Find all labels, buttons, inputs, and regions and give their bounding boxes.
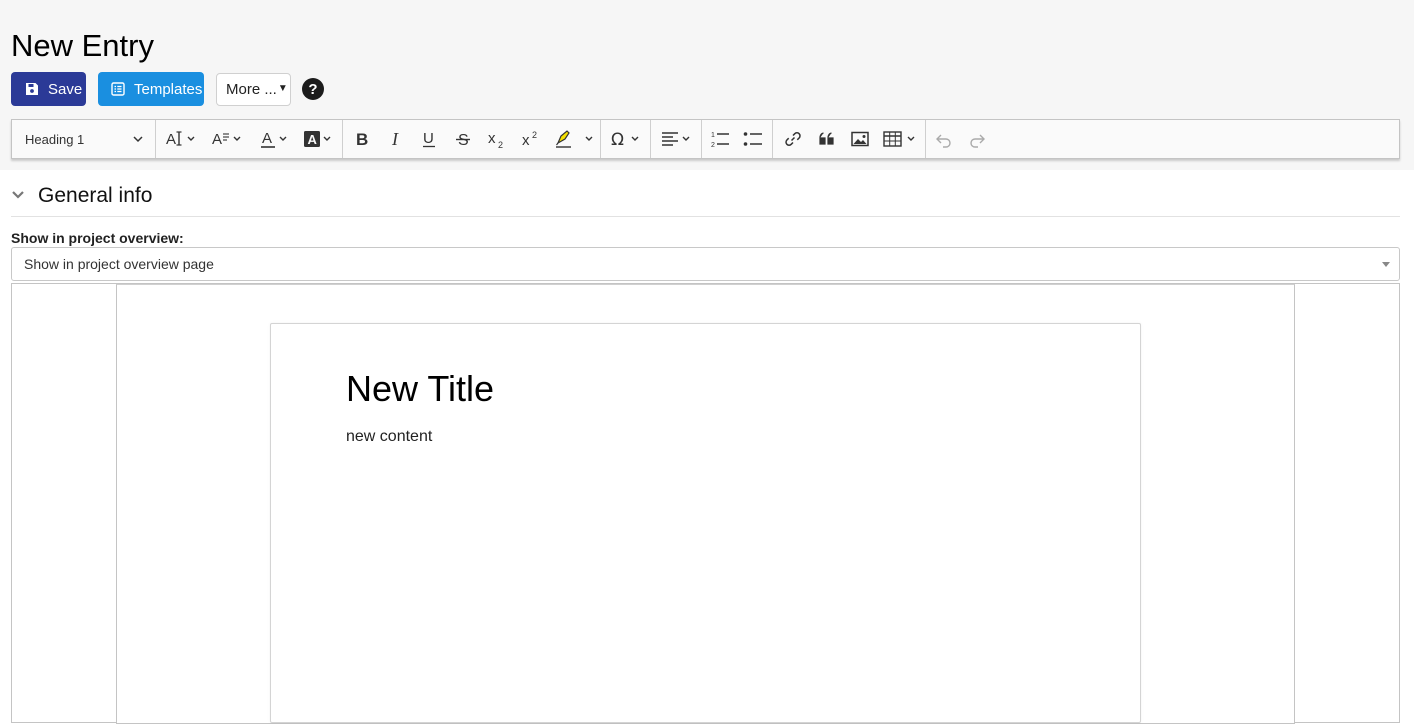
- font-size-button[interactable]: A: [162, 120, 202, 158]
- svg-text:2: 2: [711, 142, 715, 149]
- font-family-button[interactable]: A: [208, 120, 248, 158]
- underline-icon: U: [423, 130, 435, 148]
- chevron-down-icon: [12, 191, 24, 199]
- font-color-button[interactable]: A: [252, 120, 292, 158]
- svg-text:1: 1: [711, 132, 715, 139]
- save-button-label: Save: [48, 80, 83, 98]
- svg-text:x: x: [522, 132, 530, 149]
- bold-button[interactable]: B: [348, 120, 376, 158]
- special-characters-icon: Ω: [611, 130, 639, 149]
- numbered-list-button[interactable]: 12: [706, 120, 734, 158]
- caret-down-icon: ▼: [277, 83, 288, 94]
- svg-text:S: S: [458, 132, 469, 149]
- svg-text:Ω: Ω: [611, 130, 624, 149]
- more-dropdown-button[interactable]: More ... ▼: [216, 73, 291, 106]
- blockquote-icon: [819, 132, 834, 145]
- toolbar-separator: [925, 120, 926, 158]
- align-button[interactable]: [657, 120, 697, 158]
- bulleted-list-icon: [743, 132, 762, 146]
- svg-text:2: 2: [532, 130, 537, 140]
- blockquote-button[interactable]: [813, 120, 841, 158]
- show-in-overview-select[interactable]: Show in project overview page: [11, 247, 1400, 281]
- font-family-icon: A: [212, 131, 241, 148]
- templates-button[interactable]: Templates: [98, 72, 204, 106]
- font-size-icon: A: [166, 131, 195, 148]
- svg-text:A: A: [308, 132, 318, 147]
- superscript-button[interactable]: x2: [517, 120, 545, 158]
- numbered-list-icon: 12: [711, 132, 729, 149]
- toolbar-separator: [600, 120, 601, 158]
- save-button[interactable]: Save: [11, 72, 86, 106]
- toolbar-separator: [650, 120, 651, 158]
- show-in-overview-label: Show in project overview:: [11, 230, 184, 246]
- toolbar-separator: [342, 120, 343, 158]
- page-title: New Entry: [11, 28, 154, 63]
- svg-text:A: A: [212, 131, 222, 148]
- caret-down-icon: [1382, 262, 1390, 267]
- editor-toolbar: Heading 1 A A A A B I U S x2 x2 Ω 1 2: [11, 119, 1400, 159]
- show-in-overview-value: Show in project overview page: [24, 256, 214, 272]
- help-icon[interactable]: ?: [302, 78, 324, 100]
- svg-text:B: B: [356, 130, 368, 149]
- toolbar-separator: [155, 120, 156, 158]
- font-background-color-button[interactable]: A: [296, 120, 336, 158]
- undo-icon: [936, 134, 951, 148]
- toolbar-separator: [701, 120, 702, 158]
- superscript-icon: x2: [522, 130, 537, 149]
- undo-button[interactable]: [930, 120, 958, 158]
- heading-select[interactable]: Heading 1: [12, 120, 155, 158]
- svg-text:A: A: [262, 130, 272, 147]
- subscript-icon: x2: [488, 130, 503, 149]
- font-background-color-icon: A: [304, 131, 331, 147]
- italic-button[interactable]: I: [382, 120, 410, 158]
- font-color-icon: A: [261, 130, 287, 148]
- more-button-label: More ...: [226, 81, 277, 98]
- general-info-section-header[interactable]: General info: [11, 182, 1400, 217]
- redo-button[interactable]: [963, 120, 991, 158]
- bold-icon: B: [356, 130, 368, 149]
- subscript-button[interactable]: x2: [483, 120, 511, 158]
- chevron-down-icon: [133, 135, 143, 142]
- highlight-icon: [556, 130, 593, 148]
- strikethrough-button[interactable]: S: [449, 120, 477, 158]
- strikethrough-icon: S: [456, 132, 470, 149]
- document-heading[interactable]: New Title: [346, 368, 494, 410]
- floppy-disk-icon: [24, 81, 40, 97]
- templates-button-label: Templates: [134, 80, 203, 98]
- svg-text:U: U: [423, 130, 434, 147]
- svg-text:2: 2: [498, 140, 503, 149]
- template-list-icon: [110, 81, 126, 97]
- table-button[interactable]: [880, 120, 922, 158]
- svg-text:I: I: [391, 129, 399, 149]
- image-button[interactable]: [846, 120, 874, 158]
- toolbar-separator: [772, 120, 773, 158]
- table-icon: [883, 131, 915, 147]
- highlight-button[interactable]: [550, 120, 598, 158]
- redo-icon: [970, 134, 985, 148]
- section-title: General info: [38, 184, 153, 207]
- special-characters-button[interactable]: Ω: [606, 120, 646, 158]
- document-paragraph[interactable]: new content: [346, 428, 432, 446]
- underline-button[interactable]: U: [415, 120, 443, 158]
- link-icon: [785, 132, 801, 146]
- svg-text:A: A: [166, 131, 176, 148]
- align-left-icon: [662, 132, 690, 146]
- link-button[interactable]: [779, 120, 807, 158]
- image-icon: [851, 131, 869, 147]
- svg-text:x: x: [488, 130, 496, 147]
- bulleted-list-button[interactable]: [739, 120, 767, 158]
- italic-icon: I: [391, 129, 399, 149]
- heading-select-value: Heading 1: [25, 131, 85, 147]
